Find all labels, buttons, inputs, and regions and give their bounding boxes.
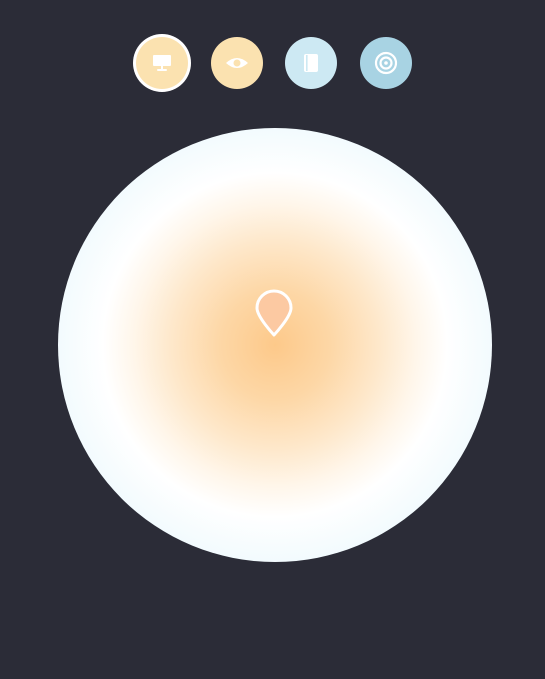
mode-button-target[interactable] [360,37,412,89]
eye-icon [225,55,249,71]
mode-button-eye[interactable] [211,37,263,89]
target-icon [374,51,398,75]
color-picker-handle[interactable] [255,289,293,337]
location-pin-icon [255,289,293,337]
mode-selector [0,37,545,89]
book-icon [302,53,320,73]
color-temperature-wheel[interactable] [58,128,492,562]
app-screen [0,0,545,679]
mode-button-monitor[interactable] [136,37,188,89]
monitor-icon [152,54,172,72]
mode-button-book[interactable] [285,37,337,89]
